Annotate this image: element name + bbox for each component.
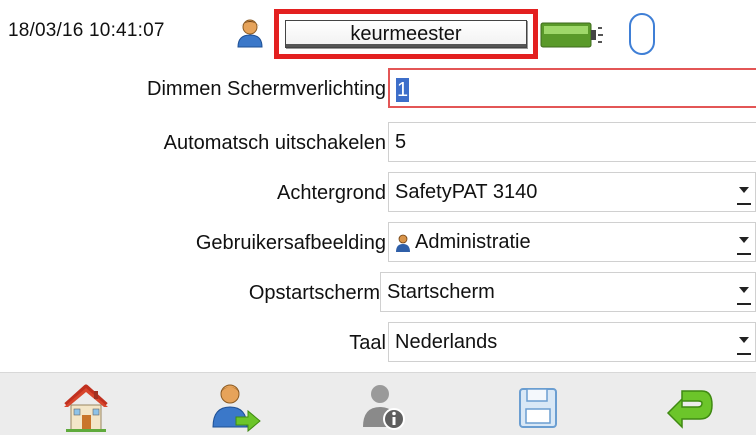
chevron-down-icon[interactable]	[737, 231, 751, 255]
connection-oval-icon	[629, 13, 655, 55]
chevron-down-icon[interactable]	[737, 331, 751, 355]
row-taal: Taal Nederlands	[0, 322, 756, 364]
user-info-icon[interactable]	[358, 381, 410, 433]
label-uitschakelen: Automatsch uitschakelen	[163, 132, 386, 154]
achtergrond-value: SafetyPAT 3140	[395, 181, 538, 203]
status-bar: 18/03/16 10:41:07 keurmeester	[0, 0, 756, 59]
row-achtergrond: Achtergrond SafetyPAT 3140	[0, 172, 756, 214]
row-dimmen: Dimmen Schermverlichting 1	[0, 68, 756, 110]
opstartscherm-value: Startscherm	[387, 281, 495, 303]
home-icon[interactable]	[60, 381, 112, 433]
label-taal: Taal	[349, 332, 386, 354]
back-arrow-icon[interactable]	[664, 381, 716, 433]
row-uitschakelen: Automatsch uitschakelen 5	[0, 122, 756, 164]
user-figure-icon	[396, 234, 410, 252]
label-achtergrond: Achtergrond	[277, 182, 386, 204]
uitschakelen-value: 5	[395, 131, 407, 153]
gebruikersafbeelding-select[interactable]: Administratie	[388, 222, 756, 262]
taal-select[interactable]: Nederlands	[388, 322, 756, 362]
switch-user-icon[interactable]	[210, 381, 262, 433]
current-user-field[interactable]: keurmeester	[274, 9, 538, 59]
opstartscherm-select[interactable]: Startscherm	[380, 272, 756, 312]
chevron-down-icon[interactable]	[737, 281, 751, 305]
uitschakelen-input[interactable]: 5	[388, 122, 756, 162]
taal-value: Nederlands	[395, 331, 498, 353]
bottom-toolbar	[0, 372, 756, 435]
achtergrond-select[interactable]: SafetyPAT 3140	[388, 172, 756, 212]
dimmen-input[interactable]: 1	[388, 68, 756, 108]
datetime: 18/03/16 10:41:07	[8, 20, 165, 41]
user-icon	[237, 19, 263, 48]
label-opstartscherm: Opstartscherm	[248, 282, 380, 304]
row-opstartscherm: Opstartscherm Startscherm	[0, 272, 756, 314]
save-icon[interactable]	[512, 381, 564, 433]
chevron-down-icon[interactable]	[737, 181, 751, 205]
row-gebruikersafbeelding: Gebruikersafbeelding Administratie	[0, 222, 756, 264]
battery-icon	[540, 22, 603, 48]
label-gebruikersafbeelding: Gebruikersafbeelding	[195, 232, 386, 254]
dimmen-value: 1	[396, 77, 410, 102]
gebruikersafbeelding-value: Administratie	[415, 231, 531, 253]
current-user-label: keurmeester	[285, 20, 527, 48]
label-dimmen: Dimmen Schermverlichting	[147, 78, 386, 100]
